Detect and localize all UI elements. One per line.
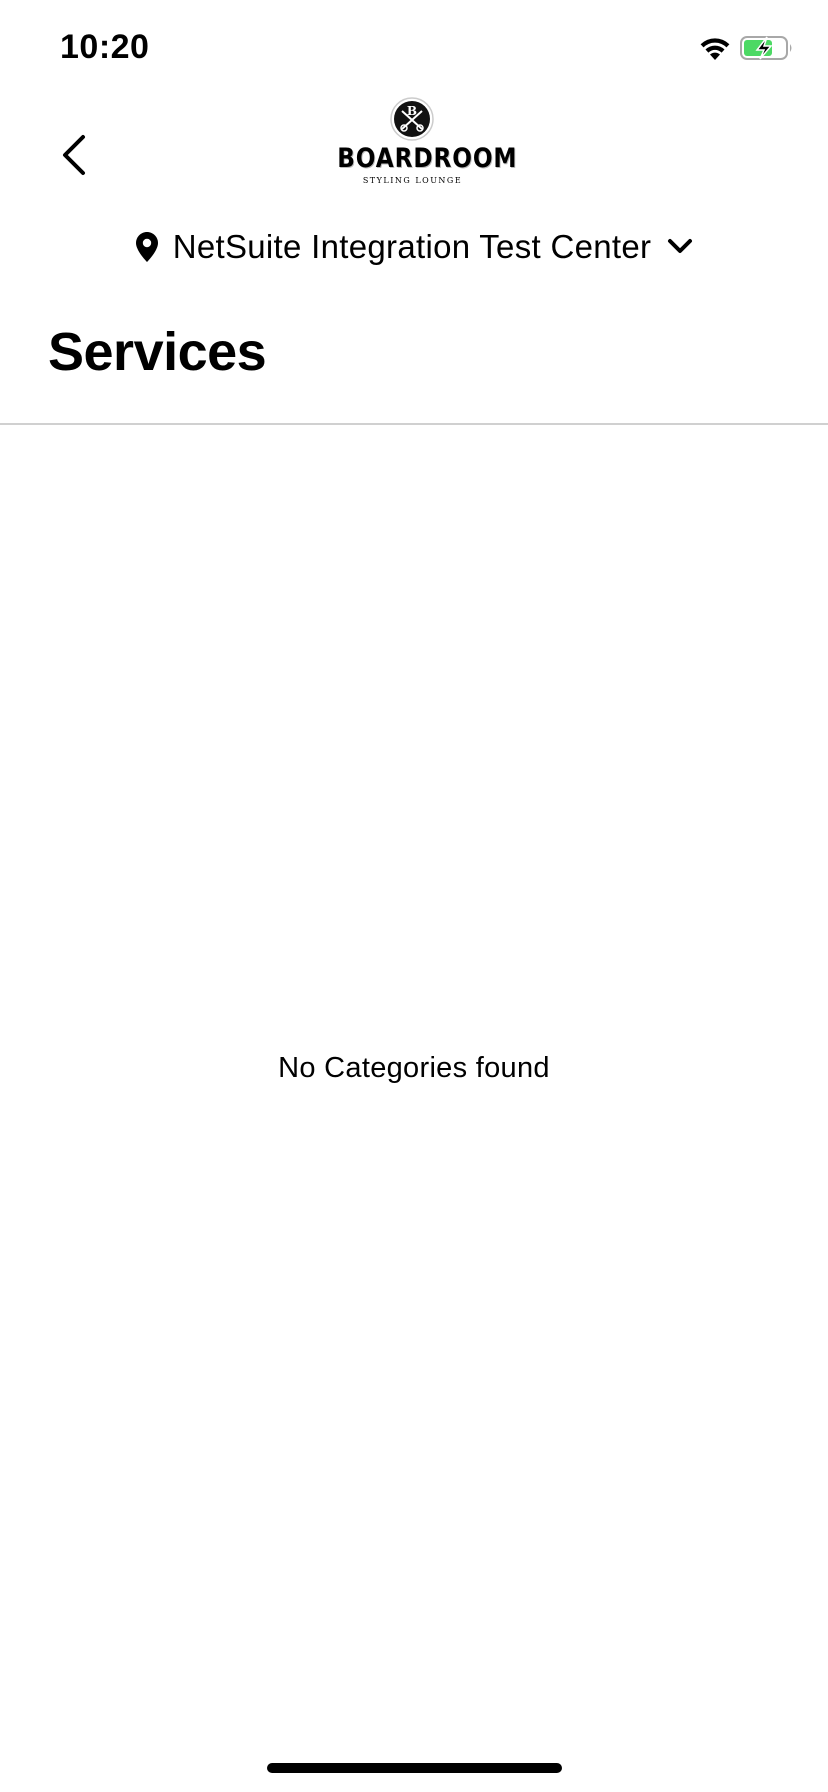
location-selector[interactable]: NetSuite Integration Test Center xyxy=(0,222,828,272)
logo-emblem-icon: B xyxy=(390,97,434,141)
nav-header: B BOARDROOM STYLING LOUNGE xyxy=(0,95,828,195)
back-button[interactable] xyxy=(48,125,98,185)
home-indicator[interactable] xyxy=(267,1763,562,1773)
empty-state-message: No Categories found xyxy=(278,1052,550,1084)
location-name: NetSuite Integration Test Center xyxy=(172,228,652,265)
wifi-icon xyxy=(700,38,730,60)
logo-name: BOARDROOM xyxy=(337,143,518,174)
logo-tagline: STYLING LOUNGE xyxy=(362,176,463,185)
chevron-down-icon xyxy=(668,239,693,253)
status-time: 10:20 xyxy=(60,28,150,66)
header-divider xyxy=(0,423,828,425)
map-pin-icon xyxy=(135,232,158,262)
logo-emblem-letter: B xyxy=(407,104,417,118)
page-title: Services xyxy=(48,322,267,382)
status-bar: 10:20 xyxy=(0,0,828,100)
chevron-left-icon xyxy=(63,135,85,175)
battery-charging-icon xyxy=(740,36,792,60)
brand-logo: B BOARDROOM STYLING LOUNGE xyxy=(325,97,518,187)
